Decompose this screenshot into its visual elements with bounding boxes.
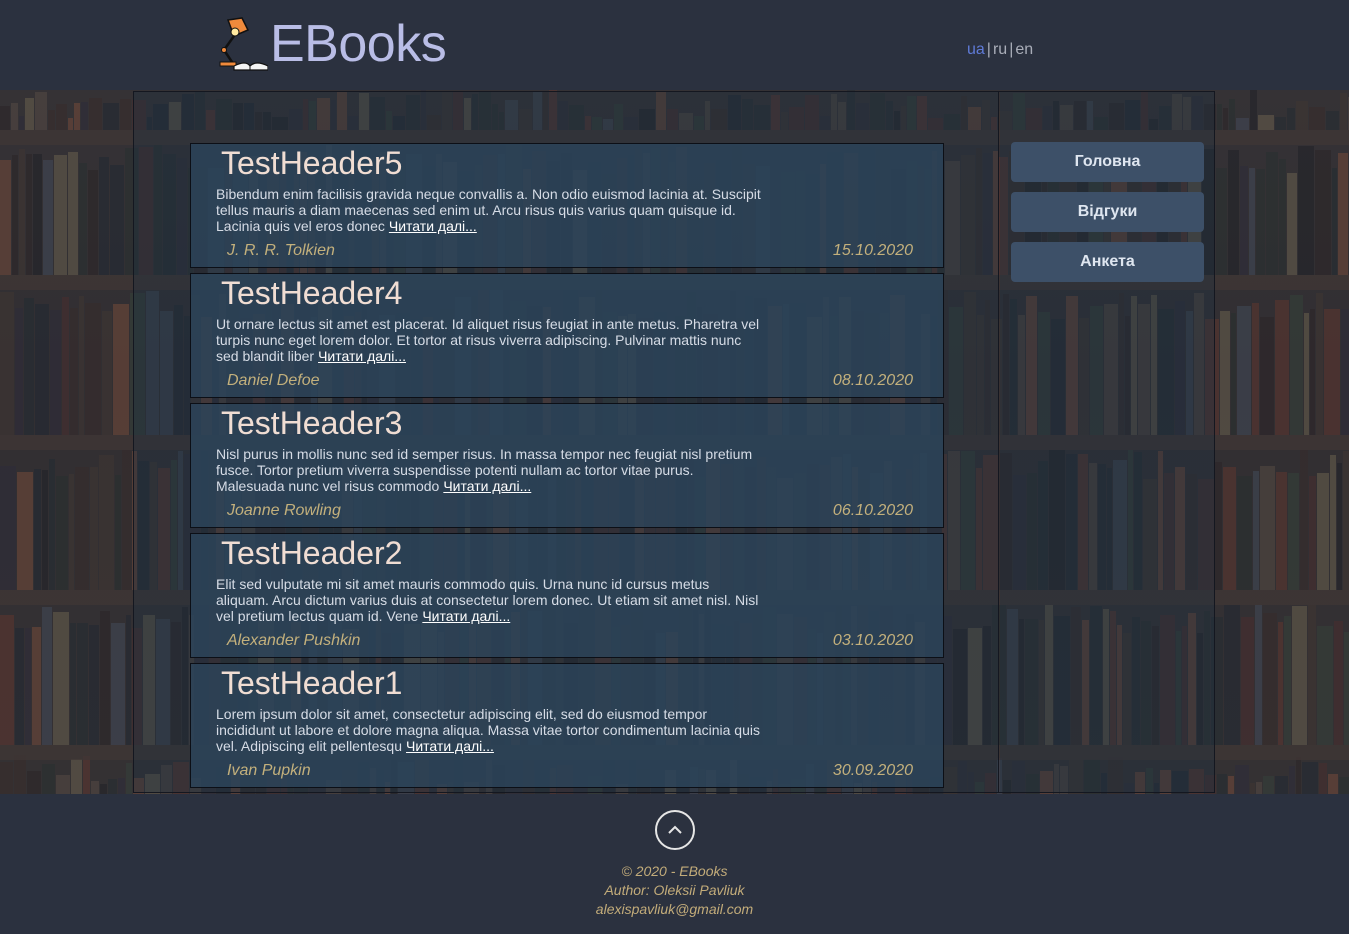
content-container: TestHeader5 Bibendum enim facilisis grav… [133, 91, 1215, 793]
footer-email[interactable]: alexispavliuk@gmail.com [0, 901, 1349, 917]
posts-column: TestHeader5 Bibendum enim facilisis grav… [134, 92, 999, 792]
post-title[interactable]: TestHeader1 [221, 666, 402, 700]
post-excerpt: Bibendum enim facilisis gravida neque co… [216, 186, 761, 234]
post-title[interactable]: TestHeader2 [221, 536, 402, 570]
post-excerpt: Lorem ipsum dolor sit amet, consectetur … [216, 706, 761, 754]
footer-author: Author: Oleksii Pavliuk [604, 882, 745, 898]
language-switcher: ua | ru | en [967, 41, 1033, 59]
post-title[interactable]: TestHeader3 [221, 406, 402, 440]
post-date: 06.10.2020 [832, 502, 913, 519]
nav-home-button[interactable]: Головна [1011, 142, 1204, 182]
lang-separator: | [1009, 41, 1014, 58]
post-text: Ut ornare lectus sit amet est placerat. … [216, 316, 760, 364]
post-title[interactable]: TestHeader5 [221, 146, 402, 180]
post-author: Daniel Defoe [227, 372, 320, 389]
sidebar: Головна Відгуки Анкета [1000, 92, 1214, 792]
lang-ru[interactable]: ru [993, 41, 1007, 58]
lamp-book-icon [219, 17, 268, 71]
post-date: 15.10.2020 [832, 242, 913, 259]
post-card: TestHeader3 Nisl purus in mollis nunc se… [190, 403, 944, 528]
read-more-link[interactable]: Читати далі... [318, 348, 406, 364]
site-footer: © 2020 - EBooks Author: Oleksii Pavliuk … [0, 794, 1349, 934]
read-more-link[interactable]: Читати далі... [443, 478, 531, 494]
footer-copyright: © 2020 - EBooks [621, 863, 728, 879]
post-date: 03.10.2020 [832, 632, 913, 649]
read-more-link[interactable]: Читати далі... [406, 738, 494, 754]
logo[interactable]: EBooks [214, 14, 447, 74]
lang-en[interactable]: en [1015, 41, 1033, 58]
post-excerpt: Elit sed vulputate mi sit amet mauris co… [216, 576, 761, 624]
post-text: Bibendum enim facilisis gravida neque co… [216, 186, 761, 234]
logo-text: EBooks [270, 15, 447, 73]
post-excerpt: Ut ornare lectus sit amet est placerat. … [216, 316, 761, 364]
post-card: TestHeader2 Elit sed vulputate mi sit am… [190, 533, 944, 658]
post-title[interactable]: TestHeader4 [221, 276, 402, 310]
nav-survey-button[interactable]: Анкета [1011, 242, 1204, 282]
nav-reviews-button[interactable]: Відгуки [1011, 192, 1204, 232]
post-card: TestHeader5 Bibendum enim facilisis grav… [190, 143, 944, 268]
site-header: EBooks ua | ru | en [0, 0, 1349, 90]
post-card: TestHeader1 Lorem ipsum dolor sit amet, … [190, 663, 944, 788]
post-excerpt: Nisl purus in mollis nunc sed id semper … [216, 446, 761, 494]
lang-separator: | [986, 41, 991, 58]
post-author: Ivan Pupkin [227, 762, 311, 779]
read-more-link[interactable]: Читати далі... [422, 608, 510, 624]
chevron-up-icon [668, 825, 682, 834]
post-author: Joanne Rowling [227, 502, 341, 519]
post-author: J. R. R. Tolkien [227, 242, 335, 259]
post-author: Alexander Pushkin [227, 632, 361, 649]
scroll-to-top-button[interactable] [655, 810, 695, 850]
read-more-link[interactable]: Читати далі... [389, 218, 477, 234]
lang-ua[interactable]: ua [967, 41, 985, 58]
post-date: 08.10.2020 [832, 372, 913, 389]
post-date: 30.09.2020 [832, 762, 913, 779]
post-card: TestHeader4 Ut ornare lectus sit amet es… [190, 273, 944, 398]
